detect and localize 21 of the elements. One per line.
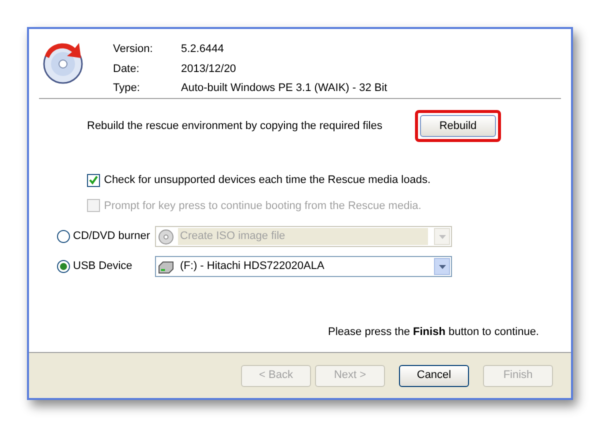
field-value: Auto-built Windows PE 3.1 (WAIK) - 32 Bit (181, 81, 388, 96)
disc-icon (158, 228, 174, 244)
finish-instruction: Please press the Finish button to continue. (328, 324, 539, 340)
checkbox-label: Check for unsupported devices each time the Rescue media loads. (104, 173, 431, 188)
rebuild-button[interactable]: Rebuild (420, 115, 496, 137)
drive-icon (158, 260, 174, 274)
field-label: Type: (113, 81, 141, 96)
wizard-button[interactable]: Cancel (399, 364, 469, 386)
dropdown-value: (F:) - Hitachi HDS722020ALA (179, 259, 326, 274)
field-label: Date: (113, 62, 140, 76)
radio-button[interactable] (57, 260, 70, 273)
checkbox-label: Prompt for key press to continue booting from the Rescue media. (104, 198, 422, 214)
field-value: 2013/12/20 (181, 62, 238, 76)
field-value: 5.2.6444 (181, 42, 225, 57)
dropdown-value: Create ISO image file (178, 228, 428, 245)
field-label: Version: (113, 42, 154, 57)
checkbox[interactable] (87, 174, 100, 187)
dropdown[interactable]: (F:) - Hitachi HDS722020ALA (155, 256, 452, 277)
radio-label: USB Device (73, 259, 134, 274)
rebuild-description: Rebuild the rescue environment by copying the required files (87, 118, 382, 134)
radio-label: CD/DVD burner (73, 229, 152, 244)
